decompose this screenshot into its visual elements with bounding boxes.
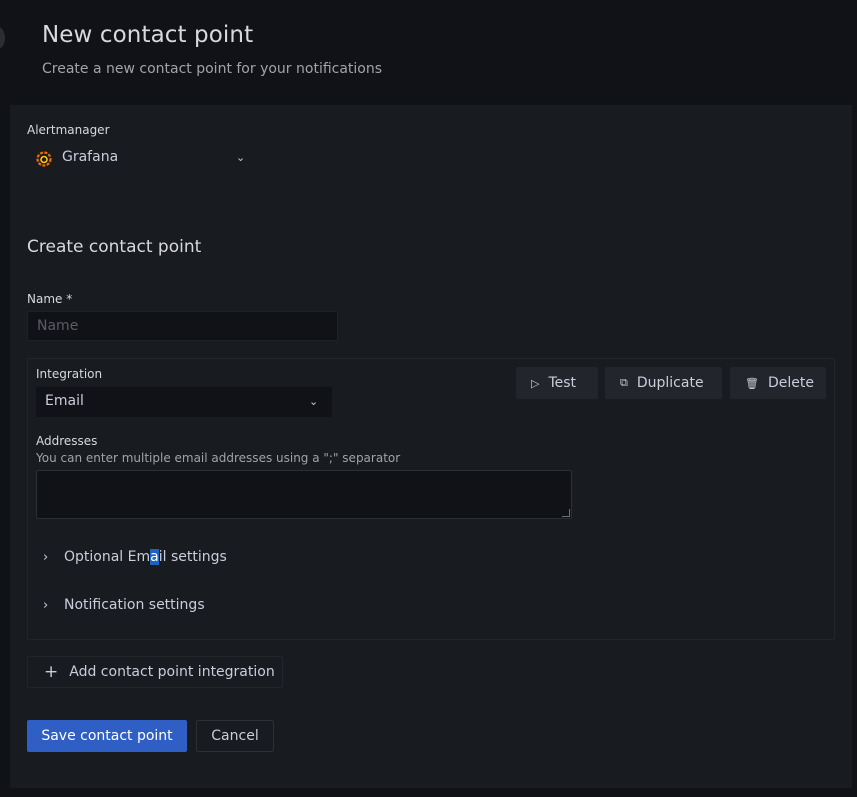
name-label: Name * xyxy=(27,292,73,306)
integration-select[interactable]: Email ⌄ xyxy=(36,387,332,417)
alertmanager-select[interactable]: Grafana ⌄ xyxy=(27,143,270,173)
copy-icon: ⧉ xyxy=(620,376,628,389)
save-button[interactable]: Save contact point xyxy=(27,720,187,752)
trash-icon: 🗑 xyxy=(745,376,759,390)
alertmanager-label: Alertmanager xyxy=(27,123,110,137)
form-container: Alertmanager Grafana ⌄ Create contact po… xyxy=(10,105,852,788)
alertmanager-value: Grafana xyxy=(62,149,119,165)
grafana-logo-icon xyxy=(36,151,52,167)
name-input[interactable] xyxy=(27,311,338,341)
test-button[interactable]: ▷ Test xyxy=(516,367,598,399)
integration-panel: Integration Email ⌄ ▷ Test ⧉ Duplicate 🗑… xyxy=(27,358,835,640)
chevron-down-icon: ⌄ xyxy=(236,151,246,164)
nav-toggle-button[interactable] xyxy=(0,27,5,49)
plus-icon: + xyxy=(44,662,59,682)
add-integration-label: Add contact point integration xyxy=(69,664,275,680)
integration-value: Email xyxy=(45,393,84,409)
notification-settings-label: Notification settings xyxy=(64,597,205,613)
delete-button-label: Delete xyxy=(767,375,814,391)
integration-label: Integration xyxy=(36,367,103,381)
addresses-label: Addresses xyxy=(36,434,98,448)
chevron-right-icon: › xyxy=(43,549,49,565)
section-title: Create contact point xyxy=(27,237,202,257)
optional-email-settings-toggle[interactable]: › Optional Email settings xyxy=(36,544,436,570)
duplicate-button[interactable]: ⧉ Duplicate xyxy=(605,367,722,399)
duplicate-button-label: Duplicate xyxy=(636,375,704,391)
chevron-down-icon: ⌄ xyxy=(309,395,319,408)
resize-handle-icon[interactable] xyxy=(562,509,570,517)
optional-email-settings-label: Optional Email settings xyxy=(64,549,227,565)
addresses-hint: You can enter multiple email addresses u… xyxy=(36,451,401,465)
send-icon: ▷ xyxy=(531,376,540,390)
page-subtitle: Create a new contact point for your noti… xyxy=(42,61,383,77)
page-title: New contact point xyxy=(42,22,254,48)
add-integration-button[interactable]: + Add contact point integration xyxy=(27,656,283,688)
cancel-button[interactable]: Cancel xyxy=(196,720,274,752)
delete-button[interactable]: 🗑 Delete xyxy=(730,367,826,399)
page-header: New contact point Create a new contact p… xyxy=(0,0,857,105)
chevron-right-icon: › xyxy=(43,597,49,613)
test-button-label: Test xyxy=(548,375,577,391)
notification-settings-toggle[interactable]: › Notification settings xyxy=(36,592,436,618)
addresses-textarea[interactable] xyxy=(36,470,572,519)
